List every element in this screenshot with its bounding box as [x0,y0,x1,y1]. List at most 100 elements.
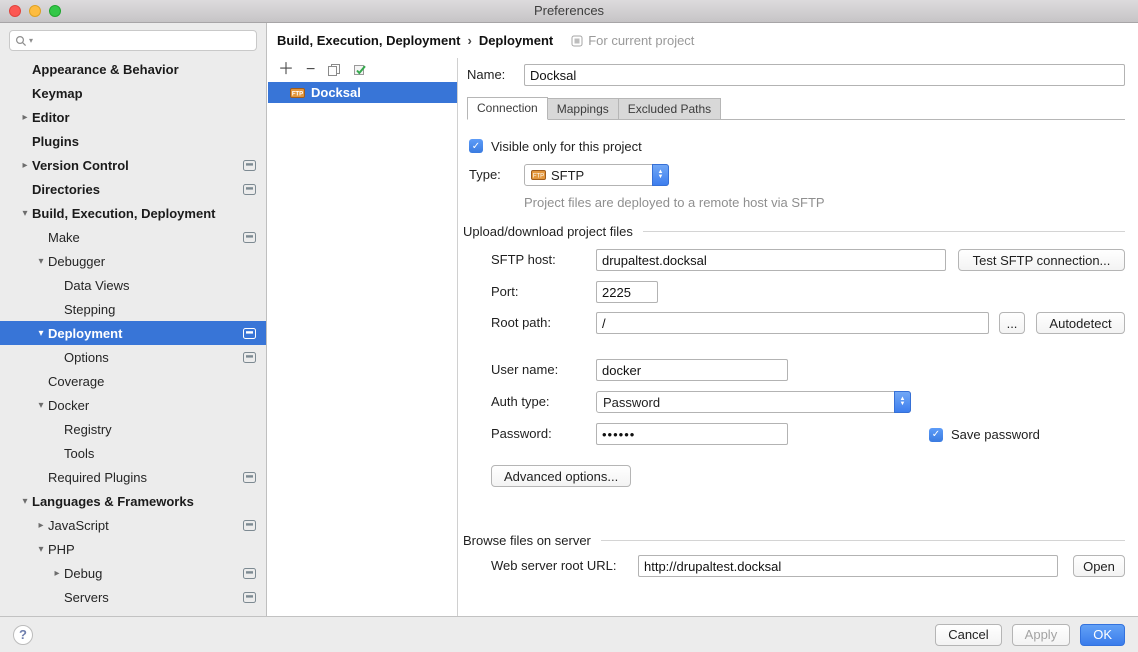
collapsed-arrow-icon[interactable]: ▸ [34,520,48,531]
password-label: Password: [491,426,552,441]
open-button[interactable]: Open [1073,555,1125,577]
sidebar-item-data-views[interactable]: Data Views [0,273,266,297]
expanded-arrow-icon[interactable]: ▾ [18,496,32,507]
expanded-arrow-icon[interactable]: ▾ [34,256,48,267]
use-as-default-icon[interactable] [353,63,367,77]
remove-server-button[interactable]: − [306,63,315,77]
titlebar: Preferences [0,0,1138,23]
settings-search[interactable]: ▾ [9,30,257,51]
expanded-arrow-icon[interactable]: ▾ [18,208,32,219]
close-window-button[interactable] [9,5,21,17]
sidebar-item-deployment[interactable]: ▾Deployment [0,321,266,345]
sidebar-item-directories[interactable]: Directories [0,177,266,201]
test-sftp-connection-button[interactable]: Test SFTP connection... [958,249,1125,271]
sidebar-item-version-control[interactable]: ▸Version Control [0,153,266,177]
sftp-host-row: SFTP host: Test SFTP connection... [459,249,1138,273]
sidebar-item-plugins[interactable]: Plugins [0,129,266,153]
zoom-window-button[interactable] [49,5,61,17]
expanded-arrow-icon[interactable]: ▾ [34,328,48,339]
dropdown-stepper-icon[interactable]: ▲▼ [894,391,911,413]
auth-type-label: Auth type: [491,394,550,409]
per-project-icon [243,352,256,363]
browse-section-label: Browse files on server [463,533,591,548]
port-input[interactable] [596,281,658,303]
sidebar-item-build-execution-deployment[interactable]: ▾Build, Execution, Deployment [0,201,266,225]
sidebar-item-label: JavaScript [48,518,109,533]
server-name: Docksal [311,85,361,100]
tab-connection[interactable]: Connection [467,97,548,120]
visible-project-row: ✓ Visible only for this project [469,134,1138,158]
root-path-input[interactable] [596,312,989,334]
deployment-config-panel: Name: Connection Mappings Excluded Paths… [459,58,1138,616]
web-root-input[interactable] [638,555,1058,577]
root-path-row: Root path: ... Autodetect [459,312,1138,336]
apply-button[interactable]: Apply [1012,624,1071,646]
sidebar-item-docker[interactable]: ▾Docker [0,393,266,417]
sidebar-item-languages-frameworks[interactable]: ▾Languages & Frameworks [0,489,266,513]
port-row: Port: [459,281,1138,305]
collapsed-arrow-icon[interactable]: ▸ [18,112,32,123]
sidebar-item-label: Keymap [32,86,83,101]
copy-server-icon[interactable] [327,63,341,77]
minimize-window-button[interactable] [29,5,41,17]
save-password-checkbox[interactable]: ✓ [929,428,943,442]
sidebar-item-appearance-behavior[interactable]: Appearance & Behavior [0,57,266,81]
cancel-button[interactable]: Cancel [935,624,1001,646]
help-button[interactable]: ? [13,625,33,645]
sidebar-item-tools[interactable]: Tools [0,441,266,465]
search-input[interactable] [35,34,251,48]
sidebar-item-label: Docker [48,398,89,413]
sidebar-item-label: Make [48,230,80,245]
expanded-arrow-icon[interactable]: ▾ [34,544,48,555]
server-list-item-docksal[interactable]: FTP Docksal [268,82,457,103]
breadcrumb-separator: › [467,33,471,48]
sidebar-item-options[interactable]: Options [0,345,266,369]
dropdown-stepper-icon[interactable]: ▲▼ [652,164,669,186]
advanced-options-button[interactable]: Advanced options... [491,465,631,487]
search-history-arrow-icon[interactable]: ▾ [29,36,33,45]
expanded-arrow-icon[interactable]: ▾ [34,400,48,411]
password-input[interactable] [596,423,788,445]
sidebar-item-php[interactable]: ▾PHP [0,537,266,561]
name-input[interactable] [524,64,1125,86]
sidebar-item-servers[interactable]: Servers [0,585,266,609]
sidebar-item-stepping[interactable]: Stepping [0,297,266,321]
sidebar-item-registry[interactable]: Registry [0,417,266,441]
scope-indicator: For current project [571,33,694,48]
auth-type-select[interactable]: Password ▲▼ [596,391,911,413]
type-label: Type: [469,167,501,182]
visible-project-checkbox[interactable]: ✓ [469,139,483,153]
sidebar-item-coverage[interactable]: Coverage [0,369,266,393]
sidebar-item-label: Debugger [48,254,105,269]
sidebar-item-label: Coverage [48,374,104,389]
collapsed-arrow-icon[interactable]: ▸ [50,568,64,579]
advanced-options-row: Advanced options... [459,465,1138,489]
footer-bar: ? Cancel Apply OK [0,616,1138,652]
autodetect-button[interactable]: Autodetect [1036,312,1125,334]
sidebar-item-label: Tools [64,446,94,461]
browse-root-path-button[interactable]: ... [999,312,1025,334]
sidebar-item-debug[interactable]: ▸Debug [0,561,266,585]
breadcrumb-parent[interactable]: Build, Execution, Deployment [277,33,460,48]
sftp-host-label: SFTP host: [491,252,556,267]
window-controls [9,5,61,17]
collapsed-arrow-icon[interactable]: ▸ [18,160,32,171]
sidebar-item-label: Stepping [64,302,115,317]
per-project-icon [243,592,256,603]
tab-mappings[interactable]: Mappings [547,98,619,119]
sidebar-item-required-plugins[interactable]: Required Plugins [0,465,266,489]
server-list-toolbar: ＋ − [268,58,457,82]
breadcrumb-header: Build, Execution, Deployment › Deploymen… [268,23,1138,58]
sidebar-item-javascript[interactable]: ▸JavaScript [0,513,266,537]
sidebar-item-make[interactable]: Make [0,225,266,249]
sftp-host-input[interactable] [596,249,946,271]
sidebar-item-keymap[interactable]: Keymap [0,81,266,105]
tab-excluded-paths[interactable]: Excluded Paths [618,98,721,119]
sidebar-item-debugger[interactable]: ▾Debugger [0,249,266,273]
user-name-input[interactable] [596,359,788,381]
add-server-button[interactable]: ＋ [278,63,294,77]
ok-button[interactable]: OK [1080,624,1125,646]
sidebar-item-editor[interactable]: ▸Editor [0,105,266,129]
server-list-panel: ＋ − FTP Docksal [268,58,458,616]
type-select[interactable]: FTP SFTP ▲▼ [524,164,669,186]
